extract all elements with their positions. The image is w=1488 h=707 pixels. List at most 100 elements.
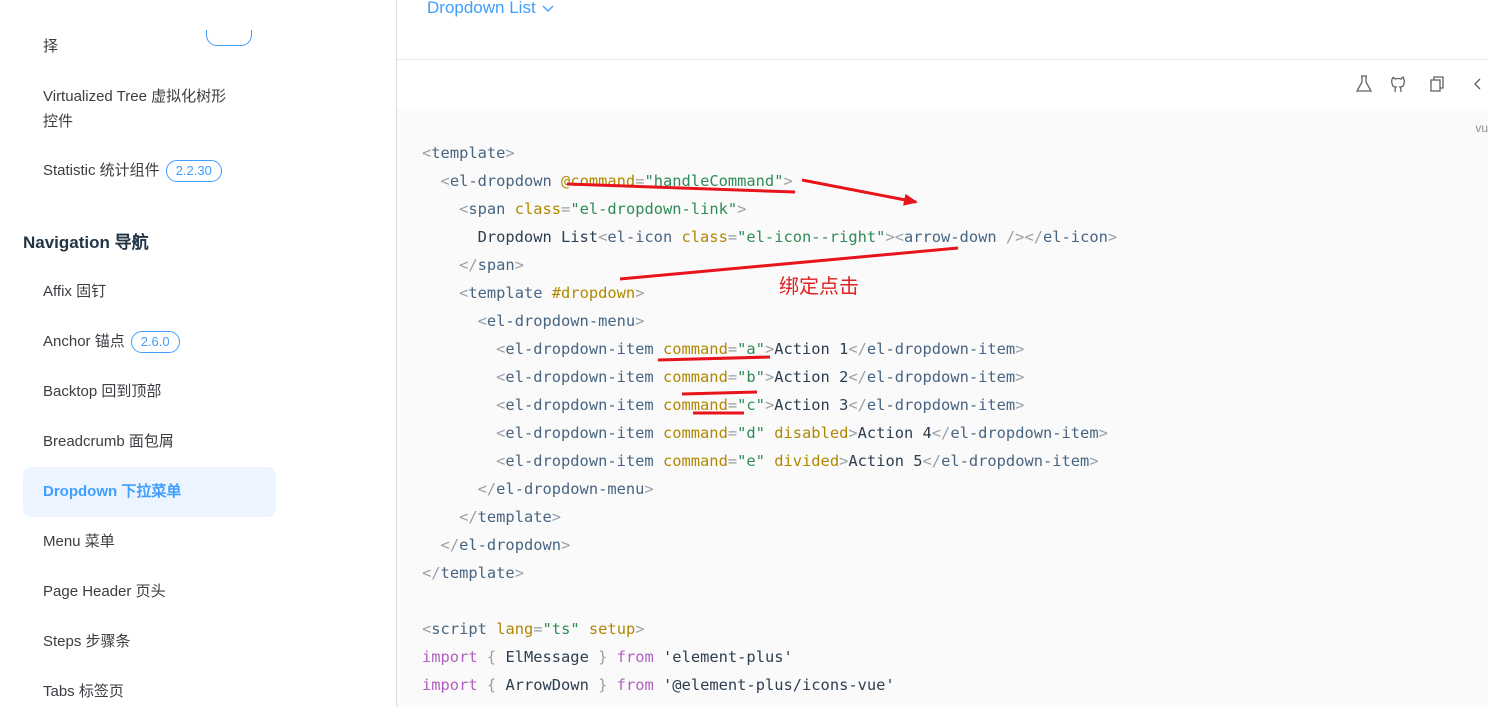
sidebar-item-statistic[interactable]: Statistic 统计组件 2.2.30 — [43, 158, 222, 183]
code-token: = — [727, 340, 738, 358]
code-token: el-dropdown-item — [950, 424, 1099, 442]
sidebar-item-steps[interactable]: Steps 步骤条 — [43, 629, 131, 654]
code-token: el-dropdown-item — [941, 452, 1090, 470]
code-token: < — [459, 200, 469, 218]
github-icon[interactable] — [1388, 75, 1408, 95]
code-token: el-dropdown-menu — [486, 312, 636, 330]
code-line: </span> — [422, 251, 1117, 279]
sidebar-item-menu[interactable]: Menu 菜单 — [43, 529, 115, 554]
code-token: template — [468, 284, 543, 302]
code-token: from — [616, 648, 654, 666]
code-toolbar — [397, 61, 1488, 109]
sidebar-item-cut[interactable]: 择 — [43, 34, 58, 59]
sidebar-item-tabs[interactable]: Tabs 标签页 — [43, 679, 124, 704]
code-token: "b" — [737, 368, 765, 386]
code-line: </template> — [422, 559, 1117, 587]
sidebar-item-label: Dropdown 下拉菜单 — [43, 483, 182, 500]
code-token: Action 4 — [857, 424, 932, 442]
code-token: < — [422, 620, 432, 638]
code-token: = — [727, 396, 738, 414]
dropdown-trigger[interactable]: Dropdown List — [427, 0, 554, 18]
sidebar-item-label: Affix 固钉 — [43, 283, 107, 300]
version-badge-cut — [206, 30, 252, 46]
code-token: /> — [1005, 228, 1025, 246]
code-token: "a" — [737, 340, 765, 358]
sidebar-item-anchor[interactable]: Anchor 锚点 2.6.0 — [43, 329, 180, 354]
code-token: "el-icon--right" — [737, 228, 886, 246]
code-token: el-dropdown-item — [505, 396, 654, 414]
sidebar-item-label: Statistic 统计组件 — [43, 162, 160, 179]
code-token: arrow-down — [903, 228, 997, 246]
sidebar-item-page-header[interactable]: Page Header 页头 — [43, 579, 166, 604]
dropdown-trigger-label: Dropdown List — [427, 0, 536, 17]
code-token: Action 2 — [774, 368, 849, 386]
sidebar-item-label: Anchor 锚点 — [43, 333, 125, 350]
annotation-text: 绑定点击 — [779, 274, 859, 298]
code-token: span — [477, 256, 515, 274]
code-token: from — [616, 676, 654, 694]
sidebar-item-label: Menu 菜单 — [43, 533, 115, 550]
code-token: > — [561, 536, 571, 554]
code-line: import { ElMessage } from 'element-plus' — [422, 643, 1117, 671]
copy-icon[interactable] — [1427, 75, 1447, 95]
code-token: </ — [848, 368, 867, 386]
code-token: = — [727, 228, 738, 246]
code-line: <template #dropdown> — [422, 279, 1117, 307]
sidebar-item-dropdown[interactable]: Dropdown 下拉菜单 — [23, 467, 276, 517]
code-line: <el-dropdown-menu> — [422, 307, 1117, 335]
code-token: </ — [459, 256, 478, 274]
code-token: > — [1107, 228, 1118, 246]
code-token: </ — [477, 480, 497, 498]
sidebar-item-label: Steps 步骤条 — [43, 633, 131, 650]
code-token: el-icon — [607, 228, 673, 246]
code-token: '@element-plus/icons-vue' — [663, 676, 895, 694]
code-token: </ — [422, 564, 441, 582]
language-tag: vu — [1475, 121, 1488, 135]
code-token: > — [848, 424, 858, 442]
sidebar-item-affix[interactable]: Affix 固钉 — [43, 279, 106, 304]
code-line: <el-dropdown-item command="a">Action 1</… — [422, 335, 1117, 363]
code-icon[interactable] — [1472, 75, 1488, 95]
code-token: = — [727, 424, 738, 442]
version-badge: 2.6.0 — [130, 331, 180, 354]
sidebar-item-label-line2: 控件 — [43, 113, 74, 130]
sidebar-item-backtop[interactable]: Backtop 回到顶部 — [43, 379, 161, 404]
code-token: el-dropdown-item — [866, 340, 1016, 358]
chevron-down-icon — [542, 2, 554, 16]
code-token: Action 5 — [848, 452, 923, 470]
code-token: { — [486, 648, 497, 666]
code-line: <el-dropdown-item command="d" disabled>A… — [422, 419, 1117, 447]
code-block: <template> <el-dropdown @command="handle… — [422, 139, 1117, 699]
code-token: Action 1 — [774, 340, 849, 358]
sidebar-item-breadcrumb[interactable]: Breadcrumb 面包屑 — [43, 429, 174, 454]
code-token: < — [894, 228, 904, 246]
sidebar-item-label: Page Header 页头 — [43, 583, 166, 600]
code-token: = — [561, 200, 571, 218]
code-token: el-dropdown-menu — [496, 480, 645, 498]
flask-icon[interactable] — [1354, 75, 1374, 95]
code-line: </template> — [422, 503, 1117, 531]
code-token: divided — [774, 452, 840, 470]
code-token: </ — [848, 340, 867, 358]
code-token: > — [764, 368, 775, 386]
demo-area: Dropdown List — [397, 0, 1488, 60]
sidebar-item-virtualized-tree[interactable]: Virtualized Tree 虚拟化树形 控件 — [43, 84, 226, 134]
sidebar: 择 Virtualized Tree 虚拟化树形 控件 Statistic 统计… — [0, 0, 397, 707]
code-token: < — [459, 284, 469, 302]
code-token: > — [635, 284, 645, 302]
code-token: template — [431, 144, 506, 162]
code-token: > — [783, 172, 793, 190]
code-token: el-icon — [1043, 228, 1108, 246]
